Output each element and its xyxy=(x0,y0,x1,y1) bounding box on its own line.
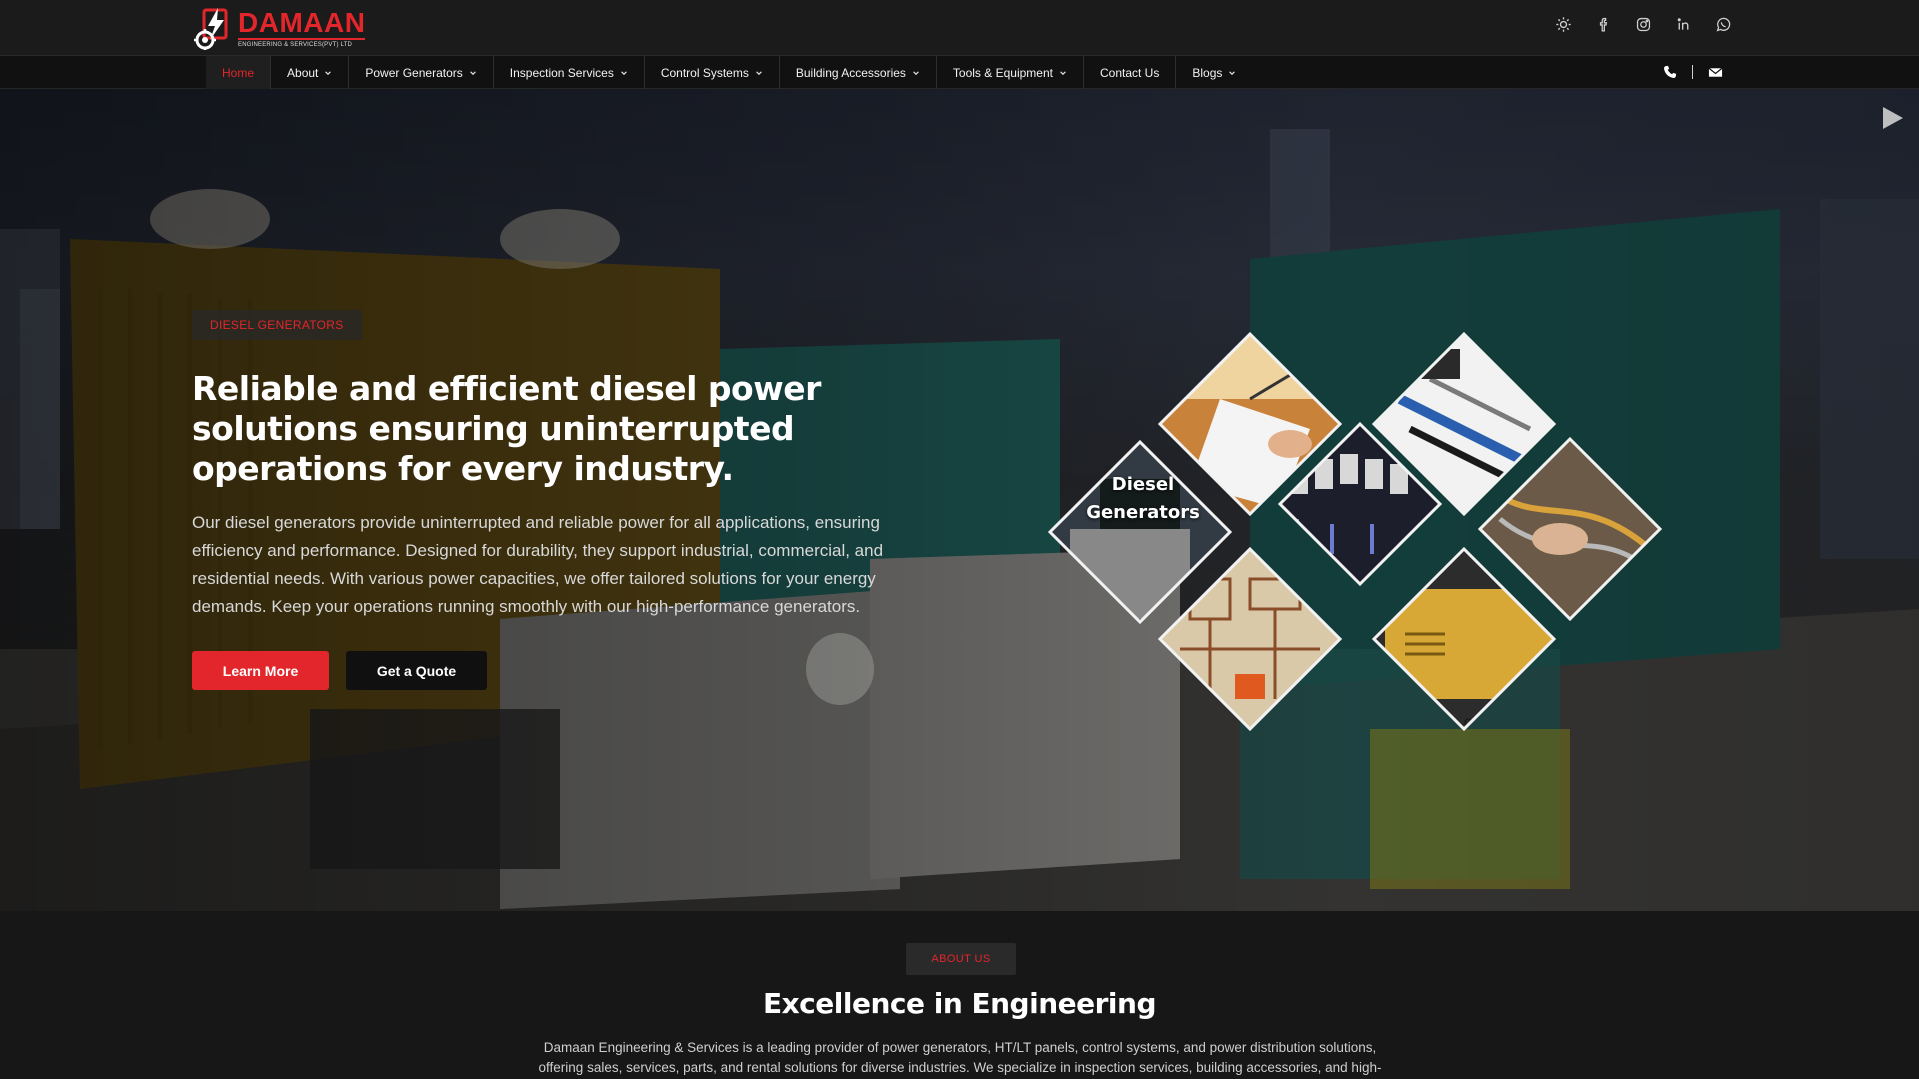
nav-label: Building Accessories xyxy=(795,65,906,80)
nav-item-about[interactable]: About xyxy=(271,56,350,89)
whatsapp-icon[interactable] xyxy=(1713,14,1733,34)
nav-item-building-accessories[interactable]: Building Accessories xyxy=(780,56,937,89)
nav-item-inspection-services[interactable]: Inspection Services xyxy=(494,56,645,89)
nav-label: Inspection Services xyxy=(509,65,614,80)
chevron-down-icon xyxy=(620,70,627,75)
nav-item-power-generators[interactable]: Power Generators xyxy=(349,56,494,89)
nav-item-contact-us[interactable]: Contact Us xyxy=(1084,56,1177,89)
contact-separator xyxy=(1692,65,1693,79)
nav-item-tools-equipment[interactable]: Tools & Equipment xyxy=(937,56,1084,89)
hero-badge: DIESEL GENERATORS xyxy=(192,310,362,340)
about-text: Damaan Engineering & Services is a leadi… xyxy=(538,1040,1382,1075)
collage-label-line1: Diesel xyxy=(1111,474,1175,495)
hero-description: Our diesel generators provide uninterrup… xyxy=(192,513,884,616)
chevron-down-icon xyxy=(1060,70,1066,75)
chevron-down-icon xyxy=(913,70,919,75)
nav-contact xyxy=(1662,64,1723,80)
main-nav: Home About Power Generators Inspection S… xyxy=(0,56,1919,89)
about-title: Excellence in Engineering xyxy=(762,987,1157,1020)
envelope-icon[interactable] xyxy=(1707,64,1723,80)
logo-mark-icon xyxy=(194,6,234,51)
about-section: ABOUT US Excellence in Engineering Damaa… xyxy=(0,911,1919,1079)
nav-label: Control Systems xyxy=(660,65,749,80)
nav-label: Home xyxy=(222,65,255,80)
phone-icon[interactable] xyxy=(1662,64,1678,80)
facebook-icon[interactable] xyxy=(1593,14,1613,34)
hero-title: Reliable and efficient diesel power solu… xyxy=(192,369,821,488)
get-quote-button[interactable]: Get a Quote xyxy=(346,651,487,690)
nav-label: Tools & Equipment xyxy=(952,65,1053,80)
logo-name: DAMAAN xyxy=(238,6,366,40)
collage-label-line2: Generators xyxy=(1086,502,1200,523)
sun-icon[interactable] xyxy=(1553,14,1573,34)
site-logo[interactable]: DAMAAN ENGINEERING & SERVICES(PVT) LTD xyxy=(194,6,366,51)
nav-label: Contact Us xyxy=(1099,65,1160,80)
chevron-down-icon xyxy=(756,70,762,75)
chevron-down-icon xyxy=(469,70,476,75)
about-badge: ABOUT US xyxy=(906,943,1016,975)
social-icons xyxy=(1553,14,1733,34)
linkedin-icon[interactable] xyxy=(1673,14,1693,34)
chevron-down-icon xyxy=(325,70,332,75)
nav-item-control-systems[interactable]: Control Systems xyxy=(645,56,780,89)
play-icon[interactable] xyxy=(1879,105,1905,131)
instagram-icon[interactable] xyxy=(1633,14,1653,34)
hero-section: DIESEL GENERATORS Reliable and efficient… xyxy=(0,89,1919,911)
top-header: DAMAAN ENGINEERING & SERVICES(PVT) LTD xyxy=(0,0,1919,56)
chevron-down-icon xyxy=(1229,70,1236,75)
nav-item-blogs[interactable]: Blogs xyxy=(1176,56,1252,89)
nav-label: About xyxy=(287,65,319,80)
nav-label: Power Generators xyxy=(365,65,463,80)
nav-label: Blogs xyxy=(1192,65,1223,80)
nav-item-home[interactable]: Home xyxy=(206,56,272,89)
learn-more-button[interactable]: Learn More xyxy=(192,651,329,690)
logo-subtitle: ENGINEERING & SERVICES(PVT) LTD xyxy=(238,41,352,48)
